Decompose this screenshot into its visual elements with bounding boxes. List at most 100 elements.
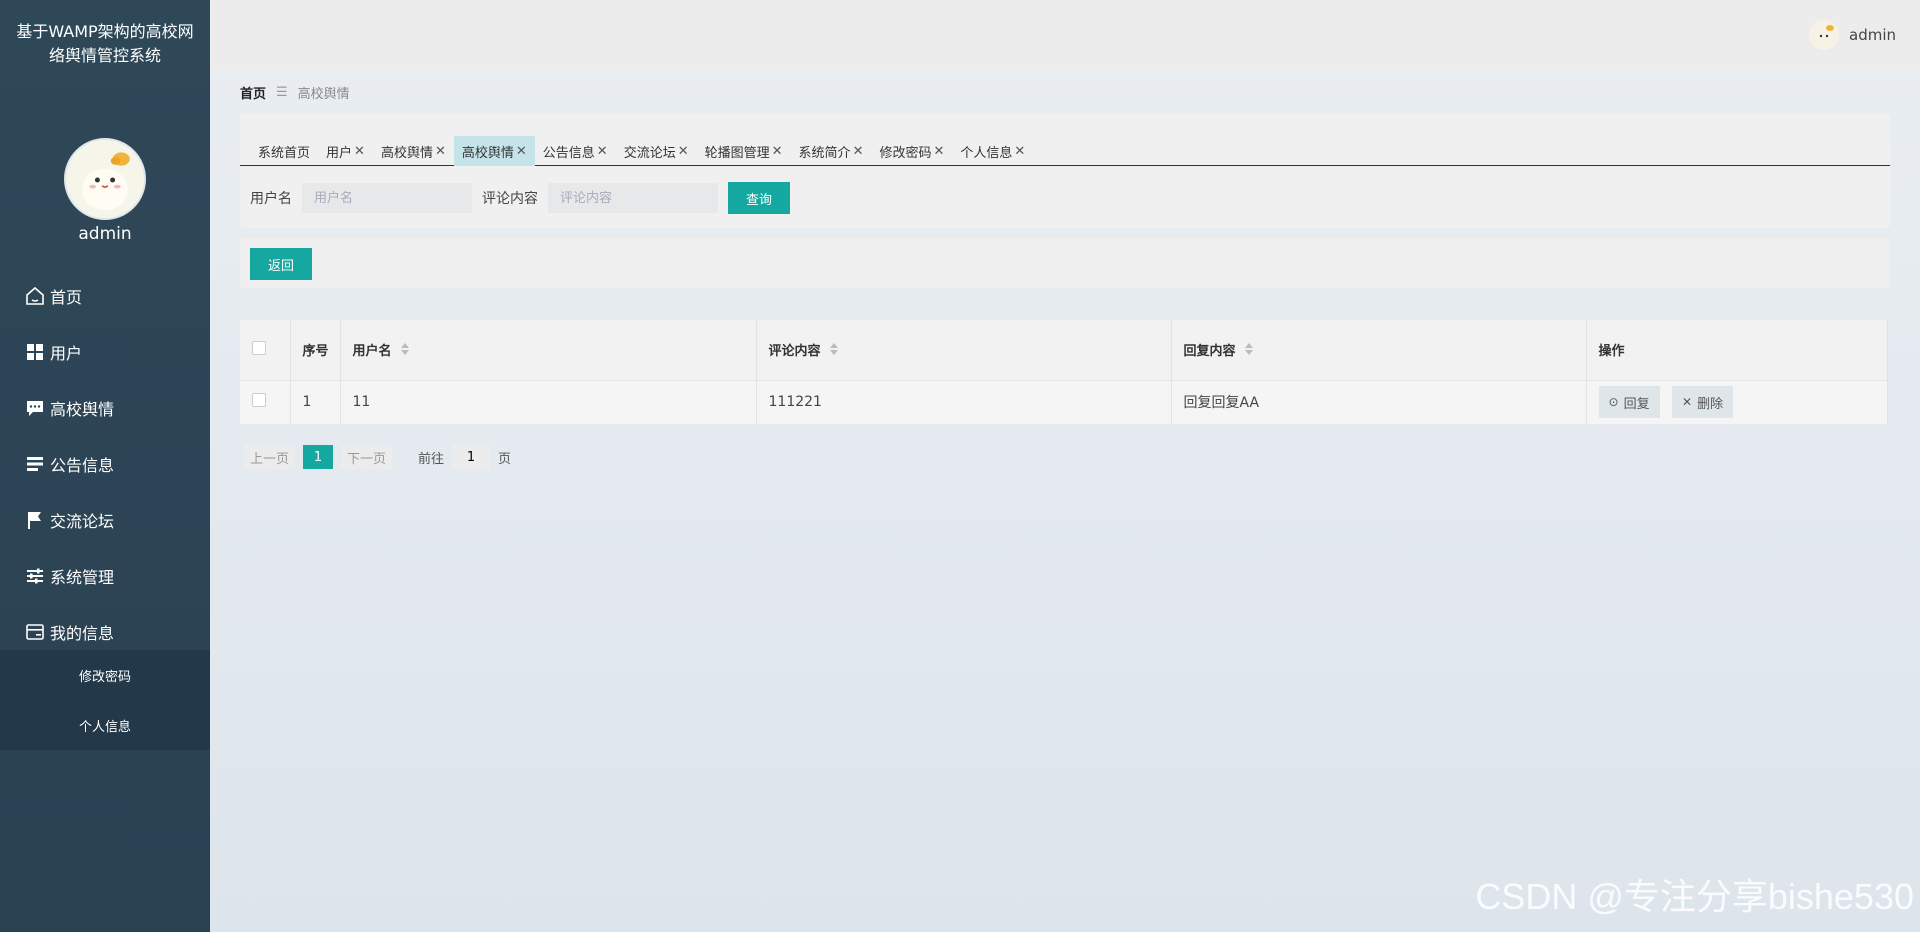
content-label: 评论内容 <box>482 191 538 207</box>
back-button[interactable]: 返回 <box>250 248 313 280</box>
submenu-item-profile[interactable]: 个人信息 <box>0 700 210 750</box>
sidebar-nav: 首页 用户 高校舆情 公告信息 交流论坛 系统管理 我的信息 <box>0 268 210 660</box>
sort-icon[interactable] <box>829 342 839 360</box>
data-table: 序号 用户名 评论内容 回复内容 操作 1 11 111221 回复回复AA ⊙… <box>240 320 1888 424</box>
delete-button[interactable]: ✕ 删除 <box>1672 386 1734 419</box>
sort-icon[interactable] <box>400 342 410 360</box>
query-button[interactable]: 查询 <box>728 182 791 214</box>
tab-notice[interactable]: 公告信息 ✕ <box>535 136 616 166</box>
system-title: 基于WAMP架构的高校网络舆情管控系统 <box>16 22 194 65</box>
cell-ops: ⊙ 回复 ✕ 删除 <box>1586 379 1888 424</box>
table-header-row: 序号 用户名 评论内容 回复内容 操作 <box>240 320 1888 380</box>
tab-label: 高校舆情 <box>461 145 514 161</box>
table-row: 1 11 111221 回复回复AA ⊙ 回复 ✕ 删除 <box>240 379 1888 424</box>
watermark: CSDN @专注分享bishe530 <box>1475 876 1914 917</box>
sidebar: 基于WAMP架构的高校网络舆情管控系统 admin 首页 用户 高校舆情 公告信… <box>0 0 210 932</box>
tab-password[interactable]: 修改密码 ✕ <box>871 136 952 166</box>
content-input[interactable] <box>548 183 718 213</box>
tab-opinion-active[interactable]: 高校舆情 ✕ <box>453 136 535 166</box>
goto-page-input[interactable] <box>452 445 491 469</box>
tab-carousel[interactable]: 轮播图管理 ✕ <box>697 136 791 166</box>
tab-bar: 系统首页 用户 ✕ 高校舆情 ✕ 高校舆情 ✕ 公告信息 ✕ 交流论坛 ✕ 轮播图管理 ✕ … <box>240 136 1890 166</box>
sidebar-item-notice[interactable]: 公告信息 <box>0 436 210 492</box>
close-icon[interactable]: ✕ <box>853 144 864 159</box>
sort-icon[interactable] <box>1244 342 1254 360</box>
next-page-button[interactable]: 下一页 <box>341 445 393 469</box>
submenu: 修改密码 个人信息 <box>0 650 210 750</box>
username-label: 用户名 <box>250 191 292 207</box>
close-icon[interactable]: ✕ <box>772 144 783 159</box>
flag-icon <box>24 509 46 531</box>
check-circle-icon: ⊙ <box>1608 395 1619 410</box>
page-suffix-label: 页 <box>498 451 512 467</box>
prev-page-button[interactable]: 上一页 <box>244 445 296 469</box>
tab-label: 交流论坛 <box>623 145 676 161</box>
select-all-checkbox[interactable] <box>252 340 266 355</box>
card-icon <box>24 621 46 643</box>
sidebar-item-home[interactable]: 首页 <box>0 268 210 324</box>
close-icon[interactable]: ✕ <box>1014 144 1025 159</box>
sidebar-item-label: 公告信息 <box>50 456 115 475</box>
close-icon[interactable]: ✕ <box>354 144 365 159</box>
col-username[interactable]: 用户名 <box>340 320 757 380</box>
reply-button[interactable]: ⊙ 回复 <box>1598 386 1660 419</box>
col-reply-label: 回复内容 <box>1183 343 1236 359</box>
tab-label: 个人信息 <box>960 145 1013 161</box>
goto-label: 前往 <box>418 451 445 467</box>
cell-username: 11 <box>340 379 757 424</box>
user-menu[interactable]: admin <box>1809 20 1896 50</box>
tab-label: 修改密码 <box>879 145 932 161</box>
row-checkbox[interactable] <box>252 393 266 408</box>
tab-users[interactable]: 用户 ✕ <box>318 136 373 166</box>
breadcrumb-separator-icon: ☰ <box>276 85 288 100</box>
tab-opinion[interactable]: 高校舆情 ✕ <box>373 136 454 166</box>
tab-forum[interactable]: 交流论坛 ✕ <box>616 136 697 166</box>
home-icon <box>24 285 46 307</box>
sidebar-item-system[interactable]: 系统管理 <box>0 548 210 604</box>
action-panel: 返回 <box>240 238 1890 288</box>
sidebar-item-forum[interactable]: 交流论坛 <box>0 492 210 548</box>
tab-home[interactable]: 系统首页 <box>250 136 318 166</box>
select-all-cell <box>240 320 291 380</box>
username-input[interactable] <box>302 183 472 213</box>
avatar-image <box>66 140 144 218</box>
col-content[interactable]: 评论内容 <box>756 320 1172 380</box>
sidebar-item-opinion[interactable]: 高校舆情 <box>0 380 210 436</box>
cell-index: 1 <box>290 379 341 424</box>
breadcrumb-current: 高校舆情 <box>297 87 350 102</box>
col-index: 序号 <box>290 320 341 380</box>
tab-label: 轮播图管理 <box>704 145 770 161</box>
grid-icon <box>24 341 46 363</box>
reply-button-label: 回复 <box>1623 396 1650 412</box>
close-icon[interactable]: ✕ <box>933 144 944 159</box>
sidebar-username: admin <box>78 224 132 244</box>
chat-icon <box>24 397 46 419</box>
sidebar-item-label: 系统管理 <box>50 568 115 587</box>
submenu-item-change-password[interactable]: 修改密码 <box>0 650 210 700</box>
tab-profile[interactable]: 个人信息 ✕ <box>952 136 1033 166</box>
sidebar-item-users[interactable]: 用户 <box>0 324 210 380</box>
breadcrumb-home[interactable]: 首页 <box>240 83 266 102</box>
delete-button-label: 删除 <box>1697 396 1724 412</box>
avatar[interactable] <box>64 138 146 220</box>
col-username-label: 用户名 <box>352 343 392 359</box>
sidebar-item-label: 我的信息 <box>50 624 115 643</box>
tabs-panel: 系统首页 用户 ✕ 高校舆情 ✕ 高校舆情 ✕ 公告信息 ✕ 交流论坛 ✕ 轮播图管理 ✕ … <box>240 114 1890 228</box>
page-number-1[interactable]: 1 <box>303 445 334 469</box>
sliders-icon <box>24 565 46 587</box>
tab-label: 系统简介 <box>798 145 851 161</box>
breadcrumb: 首页 ☰ 高校舆情 <box>240 83 350 102</box>
close-icon[interactable]: ✕ <box>597 144 608 159</box>
close-icon[interactable]: ✕ <box>435 144 446 159</box>
sidebar-item-label: 交流论坛 <box>50 512 115 531</box>
tab-intro[interactable]: 系统简介 ✕ <box>791 136 872 166</box>
col-reply[interactable]: 回复内容 <box>1171 320 1587 380</box>
col-content-label: 评论内容 <box>768 343 821 359</box>
tab-label: 高校舆情 <box>380 145 433 161</box>
close-icon[interactable]: ✕ <box>678 144 689 159</box>
tab-label: 用户 <box>326 145 353 161</box>
row-select-cell <box>240 379 291 424</box>
cell-content: 111221 <box>756 379 1172 424</box>
cell-reply: 回复回复AA <box>1171 379 1587 424</box>
close-icon[interactable]: ✕ <box>516 144 527 159</box>
